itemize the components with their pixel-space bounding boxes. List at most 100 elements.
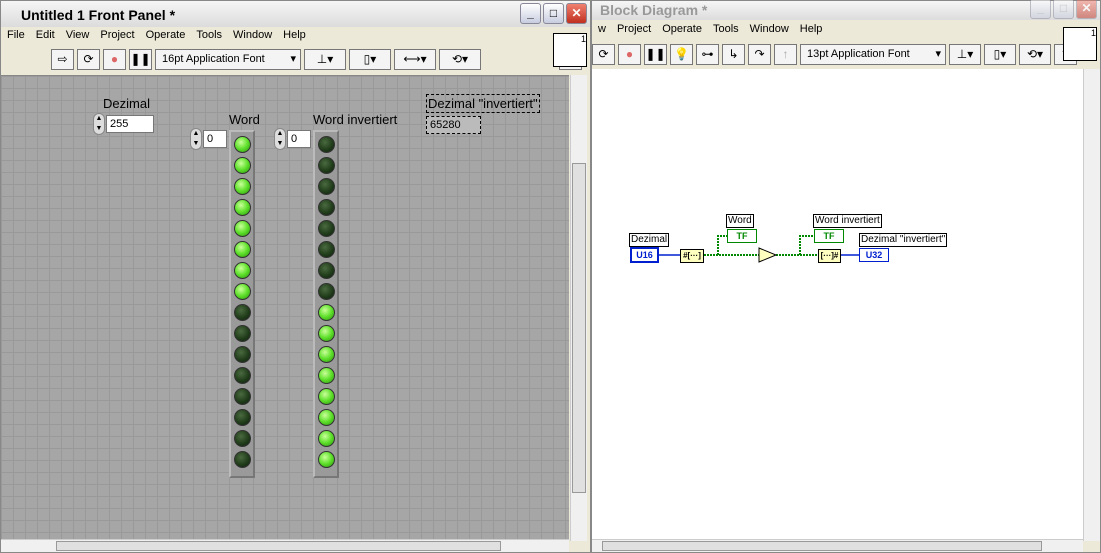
dezimal-invertiert-terminal-label: Dezimal "invertiert"	[859, 233, 948, 247]
step-out-icon[interactable]: ↑	[774, 44, 797, 65]
front-panel-window: Untitled 1 Front Panel * _ □ ✕ File Edit Vie…	[0, 0, 591, 553]
vi-icon[interactable]: 1	[553, 33, 587, 67]
word-index-input[interactable]: 0	[203, 130, 227, 148]
pause-icon[interactable]: ❚❚	[644, 44, 667, 65]
menu-view[interactable]: View	[66, 29, 90, 47]
word-terminal-label: Word	[726, 214, 754, 228]
menu-window[interactable]: Window	[750, 23, 789, 41]
vertical-scrollbar[interactable]	[1083, 69, 1100, 541]
led-off	[318, 157, 335, 174]
vertical-scrollbar[interactable]	[570, 75, 587, 541]
menu-tools[interactable]: Tools	[713, 23, 739, 41]
word-invertiert-label: Word invertiert	[313, 112, 398, 127]
word-inv-index-input[interactable]: 0	[287, 130, 311, 148]
word-led-array	[229, 130, 255, 478]
align-icon[interactable]: ⊥▾	[304, 49, 346, 70]
distribute-icon[interactable]: ▯▾	[984, 44, 1016, 65]
dezimal-invertiert-terminal[interactable]: U32	[859, 248, 889, 262]
font-select[interactable]: 16pt Application Font	[155, 49, 301, 70]
align-icon[interactable]: ⊥▾	[949, 44, 981, 65]
close-button[interactable]: ✕	[566, 3, 587, 24]
menu-project[interactable]: Project	[100, 29, 134, 47]
menu-help[interactable]: Help	[283, 29, 306, 47]
menu-bar: File Edit View Project Operate Tools Window Hel…	[1, 29, 306, 47]
step-into-icon[interactable]: ↳	[722, 44, 745, 65]
minimize-button[interactable]: _	[520, 3, 541, 24]
font-select[interactable]: 13pt Application Font	[800, 44, 946, 65]
not-function-icon	[758, 247, 778, 263]
pause-icon[interactable]: ❚❚	[129, 49, 152, 70]
boolean-array-to-number-node[interactable]: [···]#	[818, 249, 841, 263]
wires	[659, 235, 859, 263]
menu-tools[interactable]: Tools	[196, 29, 222, 47]
led-off	[318, 178, 335, 195]
close-button[interactable]: ✕	[1076, 0, 1097, 19]
reorder-icon[interactable]: ⟲▾	[439, 49, 481, 70]
led-off	[318, 220, 335, 237]
word-label: Word	[229, 112, 260, 127]
menu-operate[interactable]: Operate	[146, 29, 186, 47]
led-off	[234, 346, 251, 363]
resize-icon[interactable]: ⟷▾	[394, 49, 436, 70]
menu-help[interactable]: Help	[800, 23, 823, 41]
menu-file[interactable]: File	[7, 29, 25, 47]
led-on	[318, 388, 335, 405]
vi-icon[interactable]: 1	[1063, 27, 1097, 61]
retain-wire-values-icon[interactable]: ⊶	[696, 44, 719, 65]
number-to-boolean-array-node[interactable]: #[···]	[680, 249, 704, 263]
dezimal-invertiert-indicator: 65280	[426, 116, 481, 134]
led-off	[234, 430, 251, 447]
word-terminal[interactable]: TF	[727, 229, 757, 243]
led-on	[318, 304, 335, 321]
run-continuously-icon[interactable]: ⟳	[77, 49, 100, 70]
step-over-icon[interactable]: ↷	[748, 44, 771, 65]
vi-icon-number: 1	[580, 34, 586, 44]
led-on	[318, 409, 335, 426]
highlight-execution-icon[interactable]: 💡	[670, 44, 693, 65]
distribute-icon[interactable]: ▯▾	[349, 49, 391, 70]
horizontal-scrollbar[interactable]	[592, 539, 1083, 552]
led-off	[318, 241, 335, 258]
maximize-button[interactable]: □	[543, 3, 564, 24]
dezimal-increment-icon[interactable]: ▲ ▼	[93, 113, 105, 135]
dezimal-label: Dezimal	[103, 96, 150, 111]
led-off	[318, 199, 335, 216]
led-off	[318, 262, 335, 279]
led-on	[318, 367, 335, 384]
menu-edit[interactable]: Edit	[36, 29, 55, 47]
menu-window[interactable]: Window	[233, 29, 272, 47]
run-arrow-icon[interactable]: ⇨	[51, 49, 74, 70]
menu-project[interactable]: Project	[617, 23, 651, 41]
block-diagram-canvas[interactable]: Dezimal U16 #[···] Word TF Word invertie…	[592, 69, 1083, 541]
dezimal-terminal[interactable]: U16	[630, 247, 659, 263]
menu-bar: w Project Operate Tools Window Help	[592, 23, 822, 41]
word-index-increment-icon[interactable]: ▲ ▼	[190, 128, 202, 150]
led-on	[318, 430, 335, 447]
dezimal-invertiert-label: Dezimal "invertiert"	[426, 94, 540, 113]
led-on	[234, 157, 251, 174]
reorder-icon[interactable]: ⟲▾	[1019, 44, 1051, 65]
led-on	[234, 262, 251, 279]
dezimal-input[interactable]: 255	[106, 115, 154, 133]
led-on	[318, 346, 335, 363]
word-invertiert-terminal[interactable]: TF	[814, 229, 844, 243]
run-continuously-icon[interactable]: ⟳	[592, 44, 615, 65]
word-inv-index-increment-icon[interactable]: ▲ ▼	[274, 128, 286, 150]
toolbar: ⇨⟳●❚❚ 16pt Application Font ⊥▾▯▾⟷▾⟲▾ ?	[51, 49, 582, 70]
menu-operate[interactable]: Operate	[662, 23, 702, 41]
minimize-button[interactable]: _	[1030, 0, 1051, 19]
abort-icon[interactable]: ●	[618, 44, 641, 65]
menu-view[interactable]: w	[598, 23, 606, 41]
dezimal-terminal-label: Dezimal	[629, 233, 670, 247]
abort-icon[interactable]: ●	[103, 49, 126, 70]
horizontal-scrollbar[interactable]	[1, 539, 569, 552]
maximize-button[interactable]: □	[1053, 0, 1074, 19]
front-panel-canvas[interactable]: Dezimal ▲ ▼ 255 Word ▲ ▼ 0 Word invertiert…	[1, 75, 569, 541]
word-invertiert-terminal-label: Word invertiert	[813, 214, 882, 228]
title-bar: Untitled 1 Front Panel * _ □ ✕	[1, 1, 590, 27]
led-off	[234, 409, 251, 426]
led-on	[234, 220, 251, 237]
led-on	[234, 241, 251, 258]
led-on	[234, 199, 251, 216]
title-bar: Block Diagram * _ □ ✕	[592, 0, 1100, 20]
